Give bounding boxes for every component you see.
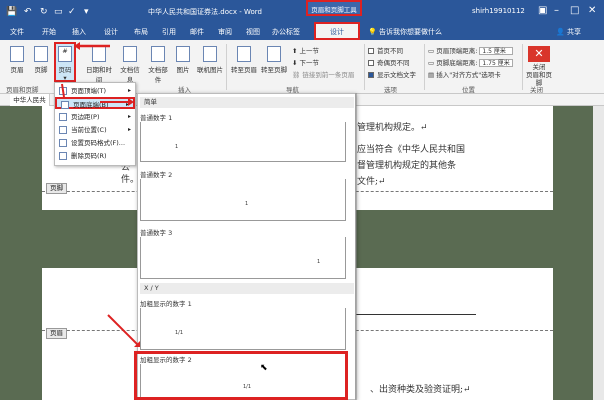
annotation-arrowhead bbox=[128, 98, 134, 106]
annotation-arrowhead bbox=[74, 42, 80, 50]
annotation-arrows bbox=[61, 42, 357, 400]
annotation-arrow bbox=[61, 83, 65, 98]
annotation-arrow bbox=[107, 314, 139, 346]
